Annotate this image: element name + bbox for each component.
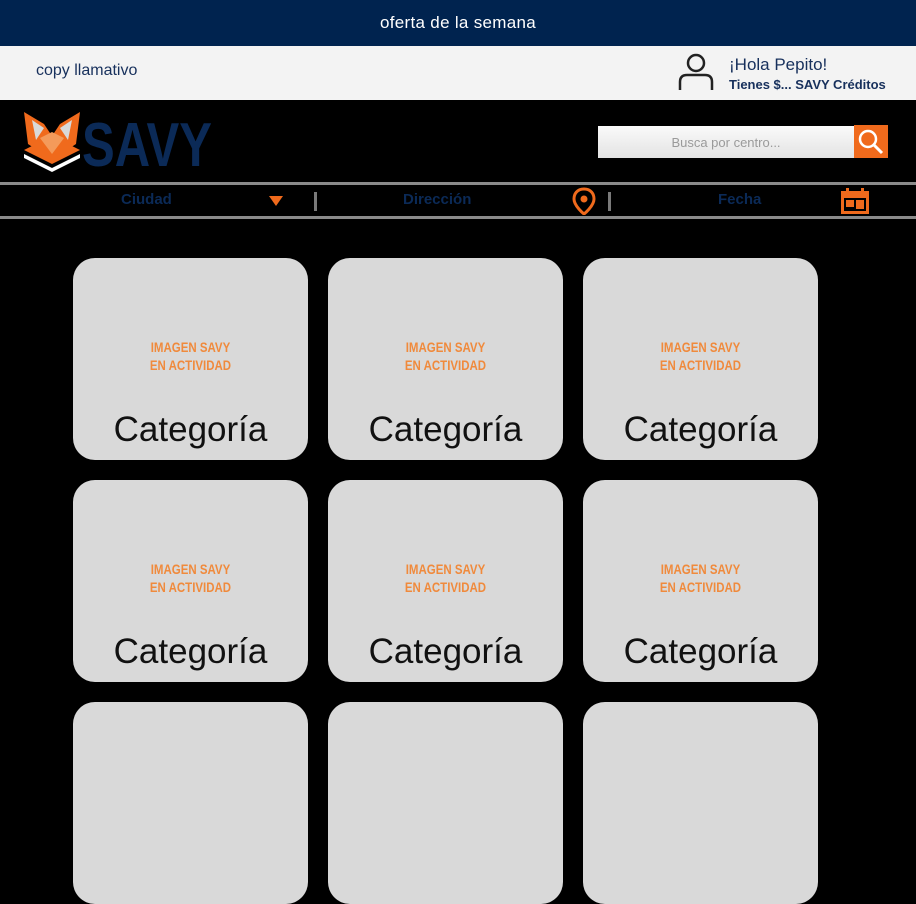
filter-separator <box>314 192 317 211</box>
credits-text[interactable]: Tienes $... SAVY Créditos <box>729 77 886 92</box>
search-button[interactable] <box>854 125 888 158</box>
copy-text: copy llamativo <box>36 62 138 79</box>
filter-direccion[interactable]: Dirección <box>403 191 471 208</box>
card-title: Categoría <box>623 632 778 671</box>
card-image-placeholder: IMAGEN SAVY EN ACTIVIDAD <box>659 561 742 595</box>
category-card[interactable]: IMAGEN SAVY EN ACTIVIDAD Categoría <box>73 258 308 460</box>
search-input[interactable] <box>598 126 854 158</box>
card-title: Categoría <box>368 632 523 671</box>
filter-top-divider <box>0 182 916 185</box>
category-card[interactable] <box>73 702 308 904</box>
category-grid: IMAGEN SAVY EN ACTIVIDAD Categoría IMAGEN… <box>73 258 818 904</box>
filter-separator <box>608 192 611 211</box>
card-title: Categoría <box>113 410 268 449</box>
filter-fecha[interactable]: Fecha <box>718 191 761 208</box>
card-image-placeholder: IMAGEN SAVY EN ACTIVIDAD <box>659 339 742 373</box>
card-image-placeholder: IMAGEN SAVY EN ACTIVIDAD <box>149 561 232 595</box>
card-image-placeholder: IMAGEN SAVY EN ACTIVIDAD <box>149 339 232 373</box>
category-card[interactable]: IMAGEN SAVY EN ACTIVIDAD Categoría <box>583 258 818 460</box>
card-image-placeholder: IMAGEN SAVY EN ACTIVIDAD <box>404 561 487 595</box>
card-title: Categoría <box>368 410 523 449</box>
category-card[interactable] <box>328 702 563 904</box>
location-pin-icon[interactable] <box>571 187 597 215</box>
offer-banner[interactable]: oferta de la semana <box>0 0 916 46</box>
fox-logo-icon <box>24 112 80 172</box>
greeting-hello[interactable]: ¡Hola Pepito! <box>729 55 827 75</box>
category-card[interactable] <box>583 702 818 904</box>
savy-logo[interactable]: SAVY <box>22 110 214 172</box>
filter-bottom-divider <box>0 216 916 219</box>
category-card[interactable]: IMAGEN SAVY EN ACTIVIDAD Categoría <box>328 258 563 460</box>
category-card[interactable]: IMAGEN SAVY EN ACTIVIDAD Categoría <box>328 480 563 682</box>
filter-ciudad[interactable]: Ciudad <box>121 191 172 208</box>
search-icon <box>858 129 884 154</box>
caret-down-icon[interactable] <box>269 196 283 207</box>
user-icon[interactable] <box>677 52 715 92</box>
brand-name: SAVY <box>82 111 212 172</box>
card-title: Categoría <box>113 632 268 671</box>
card-image-placeholder: IMAGEN SAVY EN ACTIVIDAD <box>404 339 487 373</box>
card-title: Categoría <box>623 410 778 449</box>
category-card[interactable]: IMAGEN SAVY EN ACTIVIDAD Categoría <box>583 480 818 682</box>
offer-text: oferta de la semana <box>380 13 536 32</box>
calendar-icon[interactable] <box>841 188 869 214</box>
category-card[interactable]: IMAGEN SAVY EN ACTIVIDAD Categoría <box>73 480 308 682</box>
